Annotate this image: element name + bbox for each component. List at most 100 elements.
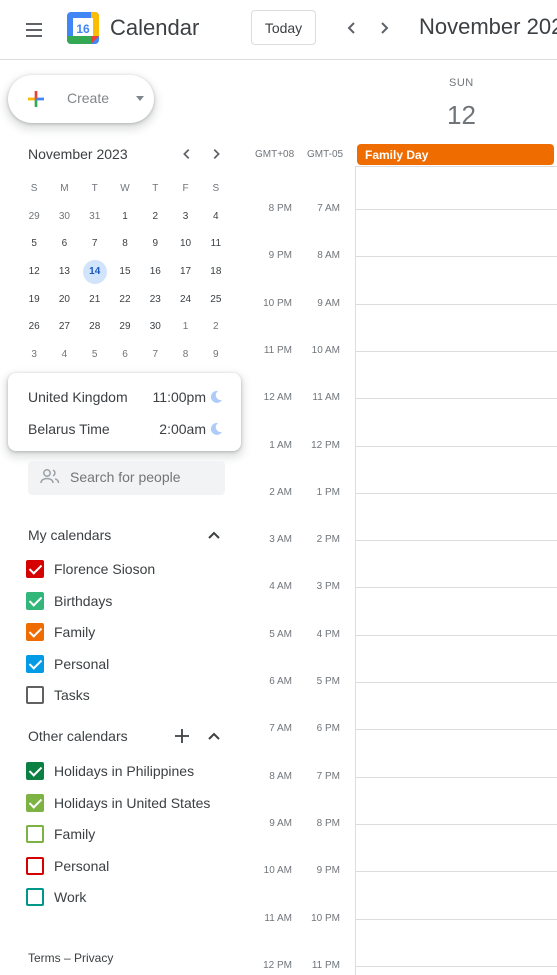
calendar-label: Personal [54,655,110,672]
calendar-label: Work [54,889,87,906]
calendar-list-item[interactable]: Tasks [26,683,246,707]
mini-calendar-day[interactable]: 16 [140,260,170,284]
calendar-label: Florence Sioson [54,561,156,577]
hour-gridline [355,729,557,731]
mini-calendar-day[interactable]: 2 [140,204,170,228]
time-label-primary: 1 AM [269,439,292,451]
mini-calendar-day[interactable]: 26 [19,315,49,339]
mini-calendar-day[interactable]: 1 [110,204,140,228]
calendar-label: Personal [54,857,110,874]
calendar-checkbox[interactable] [26,793,44,812]
chevron-left-icon[interactable] [340,16,364,40]
mini-calendar-day[interactable]: 9 [201,342,231,366]
mini-calendar-day[interactable]: 11 [201,232,231,256]
mini-prev-month-icon[interactable] [175,142,199,166]
calendar-checkbox[interactable] [26,591,44,610]
mini-calendar-day[interactable]: 1 [170,315,200,339]
calendar-checkbox[interactable] [26,762,44,780]
time-label-secondary: 10 PM [311,912,340,924]
timezone-secondary-label: GMT-05 [307,149,344,160]
create-button[interactable]: Create [8,75,154,123]
clock-zone-time: 11:00pm [152,389,206,405]
highlighted-day[interactable]: 14 [82,259,107,284]
search-people-field[interactable] [28,461,225,495]
calendar-list-item[interactable]: Work [26,885,246,909]
calendar-checkbox[interactable] [26,560,44,578]
mini-calendar-day[interactable]: 2 [201,315,231,339]
hour-gridline [355,350,557,352]
calendar-list-item[interactable]: Birthdays [26,589,246,613]
mini-calendar-day[interactable]: 25 [201,287,231,311]
mini-calendar-day[interactable]: 6 [49,232,79,256]
calendar-list-item[interactable]: Holidays in United States [26,791,246,815]
my-calendars-title: My calendars [28,527,112,543]
weekday-header: W [120,183,130,195]
mini-calendar-day[interactable]: 28 [80,315,110,339]
hour-gridline [355,587,557,589]
calendar-list-item[interactable]: Family [26,822,246,846]
calendar-checkbox[interactable] [26,654,44,673]
mini-calendar-day[interactable]: 4 [49,342,79,366]
mini-calendar-day[interactable]: 30 [140,315,170,339]
mini-calendar-day[interactable]: 6 [110,342,140,366]
calendar-checkbox[interactable] [26,825,44,844]
mini-calendar-day[interactable]: 14 [80,259,110,284]
mini-calendar-day[interactable]: 3 [19,342,49,366]
chevron-right-icon[interactable] [372,16,396,40]
all-day-event[interactable]: Family Day [357,144,554,165]
mini-calendar-day[interactable]: 22 [110,287,140,311]
mini-calendar-day[interactable]: 24 [170,287,200,311]
mini-calendar-day[interactable]: 31 [80,204,110,228]
chevron-up-icon[interactable] [204,525,224,545]
calendar-list-item[interactable]: Family [26,620,246,644]
calendar-checkbox[interactable] [26,888,44,907]
calendar-checkbox[interactable] [26,686,44,705]
mini-calendar-day[interactable]: 23 [140,287,170,311]
mini-calendar-title: November 2023 [28,146,128,162]
mini-calendar-day[interactable]: 13 [49,260,79,284]
mini-calendar-day[interactable]: 7 [140,342,170,366]
hour-gridline [355,256,557,258]
world-clock-card: United Kingdom 11:00pm Belarus Time 2:00… [8,373,241,451]
hour-gridline [355,303,557,305]
mini-calendar-day[interactable]: 8 [170,342,200,366]
mini-calendar-day[interactable]: 7 [80,232,110,256]
calendar-list-item[interactable]: Personal [26,652,246,676]
mini-calendar-day[interactable]: 29 [110,315,140,339]
chevron-up-icon[interactable] [204,726,224,746]
main-menu-icon[interactable] [22,18,46,42]
mini-calendar-day[interactable]: 5 [19,232,49,256]
search-people-input[interactable] [70,469,220,485]
mini-calendar-day[interactable]: 29 [19,204,49,228]
add-calendar-icon[interactable] [172,726,192,746]
mini-calendar-day[interactable]: 5 [80,342,110,366]
mini-calendar-day[interactable]: 20 [49,287,79,311]
mini-calendar-day[interactable]: 17 [170,260,200,284]
mini-calendar-day[interactable]: 12 [19,260,49,284]
time-label-primary: 10 PM [263,297,292,309]
calendar-list-item[interactable]: Holidays in Philippines [26,759,246,783]
mini-calendar-day[interactable]: 8 [110,232,140,256]
footer-links[interactable]: Terms – Privacy [28,951,113,965]
calendar-list-item[interactable]: Florence Sioson [26,557,246,581]
clock-zone-name: United Kingdom [28,389,128,405]
mini-calendar-day[interactable]: 10 [170,232,200,256]
mini-calendar-day[interactable]: 9 [140,232,170,256]
mini-calendar-day[interactable]: 18 [201,260,231,284]
mini-calendar-day[interactable]: 4 [201,204,231,228]
mini-calendar-day[interactable]: 15 [110,260,140,284]
mini-calendar-day[interactable]: 21 [80,287,110,311]
calendar-list-item[interactable]: Personal [26,854,246,878]
hour-gridline [355,540,557,542]
calendar-checkbox[interactable] [26,856,44,875]
mini-next-month-icon[interactable] [204,142,228,166]
mini-calendar-day[interactable]: 27 [49,315,79,339]
clock-zone-time: 2:00am [159,421,206,437]
today-button[interactable]: Today [251,10,316,45]
calendar-checkbox[interactable] [26,623,44,642]
mini-calendar-day[interactable]: 3 [170,204,200,228]
mini-calendar-day[interactable]: 19 [19,287,49,311]
day-number[interactable]: 12 [447,100,476,131]
calendar-label: Family [54,826,96,843]
mini-calendar-day[interactable]: 30 [49,204,79,228]
